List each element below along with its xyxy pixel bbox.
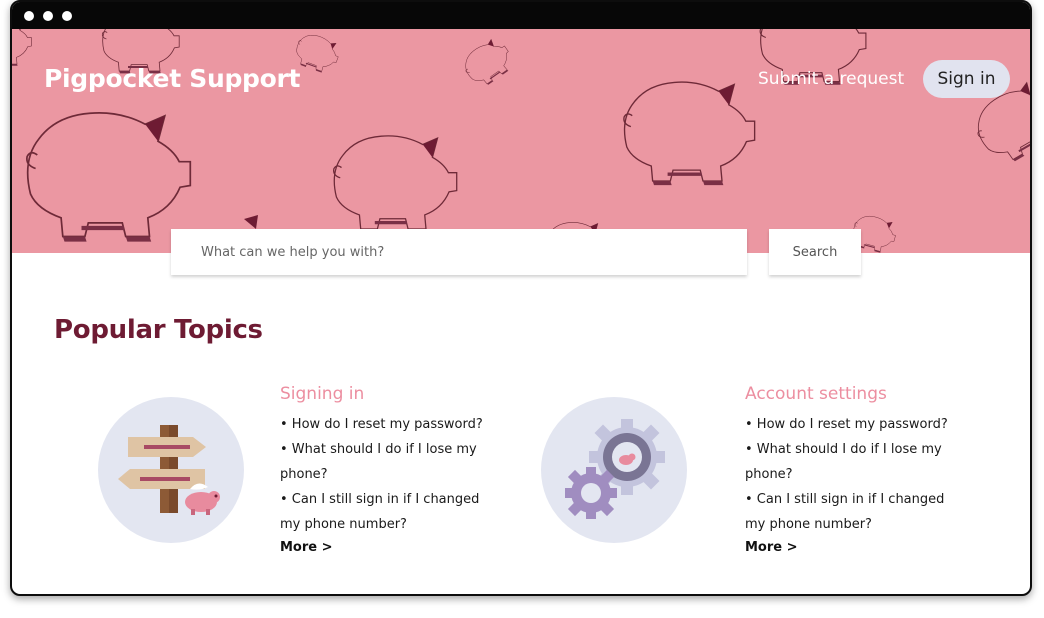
signing-in-more-link[interactable]: More > bbox=[280, 540, 333, 555]
article-link-reset-password[interactable]: • How do I reset my password? bbox=[280, 412, 485, 437]
article-link-changed-phone-number[interactable]: • Can I still sign in if I changed my ph… bbox=[745, 487, 950, 537]
site-brand[interactable]: Pigpocket Support bbox=[44, 64, 301, 93]
topic-title-account-settings[interactable]: Account settings bbox=[745, 384, 887, 404]
article-link-lose-phone[interactable]: • What should I do if I lose my phone? bbox=[280, 437, 485, 487]
signing-in-article-list: • How do I reset my password? • What sho… bbox=[280, 412, 485, 537]
article-link-changed-phone-number[interactable]: • Can I still sign in if I changed my ph… bbox=[280, 487, 485, 537]
account-settings-illustration[interactable] bbox=[541, 397, 687, 543]
topic-title-signing-in[interactable]: Signing in bbox=[280, 384, 364, 404]
sign-in-button[interactable]: Sign in bbox=[923, 60, 1010, 98]
window-close-dot[interactable] bbox=[24, 11, 34, 21]
gears-pig-icon bbox=[565, 419, 665, 519]
piggy-bank-pattern bbox=[12, 29, 1030, 253]
window-maximize-dot[interactable] bbox=[62, 11, 72, 21]
account-settings-more-link[interactable]: More > bbox=[745, 540, 798, 555]
article-link-lose-phone[interactable]: • What should I do if I lose my phone? bbox=[745, 437, 950, 487]
browser-window: Pigpocket Support Submit a request Sign … bbox=[10, 0, 1032, 596]
article-link-reset-password[interactable]: • How do I reset my password? bbox=[745, 412, 950, 437]
window-titlebar bbox=[12, 2, 1030, 29]
popular-topics-title: Popular Topics bbox=[54, 315, 263, 345]
search-button[interactable]: Search bbox=[769, 229, 861, 275]
account-settings-article-list: • How do I reset my password? • What sho… bbox=[745, 412, 950, 537]
search-input[interactable]: What can we help you with? bbox=[171, 229, 747, 275]
submit-request-link[interactable]: Submit a request bbox=[758, 69, 904, 89]
signpost-pig-icon bbox=[118, 425, 220, 515]
window-minimize-dot[interactable] bbox=[43, 11, 53, 21]
signing-in-illustration[interactable] bbox=[98, 397, 244, 543]
hero-banner: Pigpocket Support Submit a request Sign … bbox=[12, 29, 1030, 253]
